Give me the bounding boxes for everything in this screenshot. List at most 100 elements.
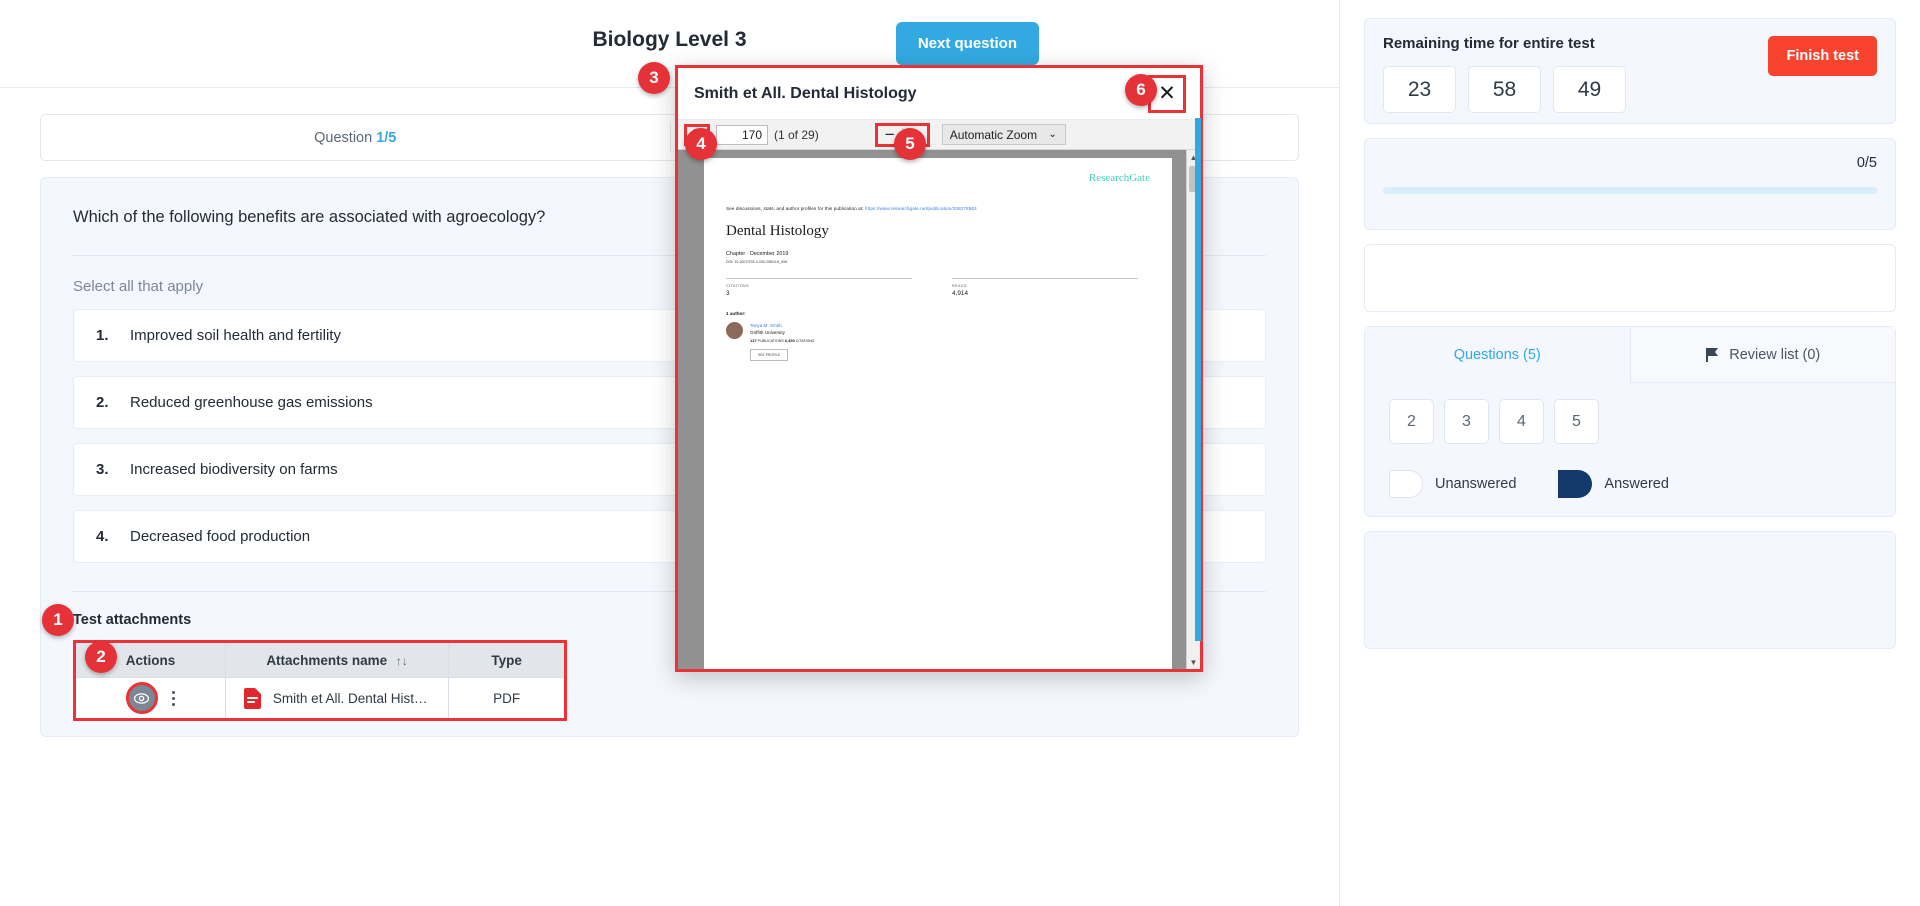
tab-question-value: 1/5 [376,129,397,146]
timer-minutes: 58 [1468,66,1541,113]
pdf-author-org: Griffith University [750,330,785,335]
attachment-name-label: Smith et All. Dental Hist… [272,690,428,706]
pdf-stat-value: 4,914 [952,290,968,297]
answer-option-label: Decreased food production [130,528,311,545]
pdf-stat-key: CITATIONS [726,284,750,288]
timer-card: Remaining time for entire test Finish te… [1364,18,1896,124]
pdf-stat-key: READS [952,284,967,288]
timer-seconds: 49 [1553,66,1626,113]
bottom-card [1364,531,1896,649]
page-count-label: (1 of 29) [774,127,819,142]
modal-side-rail [1195,118,1201,641]
attachments-table: Actions Attachments name ↑↓ Type Smith e… [73,640,567,721]
pdf-page: ResearchGate See discussions, stats, and… [704,158,1172,669]
question-number-button[interactable]: 2 [1389,399,1434,444]
tab-questions[interactable]: Questions (5) [1365,327,1630,383]
question-number-button[interactable]: 4 [1499,399,1544,444]
zoom-level-label: Automatic Zoom [949,127,1038,142]
pdf-chapter-line: Chapter · December 2019 [726,251,789,257]
chevron-down-icon: ⌄ [1048,129,1057,140]
researchgate-watermark: ResearchGate [1088,172,1150,184]
page-number-input[interactable] [716,124,768,145]
page-title: Biology Level 3 [592,28,747,51]
cell-actions [74,677,226,720]
pdf-line [246,696,258,699]
pdf-stat-reads: READS 4,914 [952,278,1138,297]
pdf-author-pubs-count: 137 [750,338,757,343]
pdf-disclaimer-text: See discussions, stats, and author profi… [726,206,865,211]
finish-test-button[interactable]: Finish test [1768,36,1877,76]
modal-header: Smith et All. Dental Histology ✕ [678,68,1200,120]
table-header-row: Actions Attachments name ↑↓ Type [74,641,566,678]
secondary-card [1364,244,1896,312]
pdf-disclaimer: See discussions, stats, and author profi… [726,206,1150,211]
answer-option-number: 2. [96,394,109,411]
see-profile-button[interactable]: SEE PROFILE [750,349,789,361]
attachments-table-head: Actions Attachments name ↑↓ Type [74,641,566,678]
zoom-level-select[interactable]: Automatic Zoom ⌄ [941,124,1066,145]
progress-header: 0/5 [1383,155,1877,171]
tab-question[interactable]: Question 1/5 [41,115,670,160]
column-attachments-name-label: Attachments name [266,652,388,668]
pdf-stat-citations: CITATIONS 3 [726,278,912,297]
scroll-down-icon[interactable]: ▼ [1187,655,1200,669]
tab-review-list[interactable]: Review list (0) [1629,327,1895,383]
column-attachments-name[interactable]: Attachments name ↑↓ [224,641,450,678]
answer-option-label: Reduced greenhouse gas emissions [130,394,373,411]
kebab-dot [171,696,175,700]
pdf-toolbar: (1 of 29) − + Automatic Zoom ⌄ [678,120,1200,150]
pdf-file-icon [243,687,261,709]
answer-option-number: 3. [96,461,109,478]
annotation-marker-2: 2 [85,641,117,673]
kebab-dot [171,690,175,694]
column-type: Type [448,641,566,678]
answer-option-number: 4. [96,528,109,545]
pdf-author-block: Tanya M. Smith Griffith University 137 P… [726,322,1150,361]
cell-type: PDF [448,677,566,720]
question-navigator-tabs: Questions (5) Review list (0) [1365,327,1895,383]
tab-review-list-label: Review list (0) [1729,346,1821,363]
tab-questions-label: Questions (5) [1453,347,1541,363]
attachments-table-body: Smith et All. Dental Hist… PDF [74,677,566,720]
next-question-button[interactable]: Next question [895,22,1039,65]
answer-status-legend: Unanswered Answered [1365,444,1895,498]
annotation-marker-6: 6 [1125,74,1157,106]
question-number-button[interactable]: 3 [1444,399,1489,444]
pdf-author-meta: Tanya M. Smith Griffith University 137 P… [750,322,814,361]
row-actions [76,682,225,714]
answer-option-label: Improved soil health and fertility [130,327,341,344]
question-number-grid: 2 3 4 5 [1365,383,1895,444]
attachment-file[interactable]: Smith et All. Dental Hist… [226,687,448,709]
pdf-line [246,700,255,703]
right-sidebar: Remaining time for entire test Finish te… [1339,0,1920,906]
preview-eye-icon[interactable] [125,682,158,714]
progress-bar [1383,187,1877,194]
legend-label-answered: Answered [1604,476,1669,492]
timer-hours: 23 [1383,66,1456,113]
sort-toggle-icon[interactable]: ↑↓ [396,654,408,668]
legend-label-unanswered: Unanswered [1435,476,1517,492]
progress-card: 0/5 [1364,138,1896,230]
progress-value: 0/5 [1856,155,1877,171]
pdf-publication-link[interactable]: https://www.researchgate.net/publication… [865,206,977,211]
kebab-dot [171,702,175,706]
modal-title: Smith et All. Dental Histology [694,84,917,102]
pdf-author-pubs-label: PUBLICATIONS [756,339,785,343]
answer-option-number: 1. [96,327,109,344]
pdf-author-cites-label: CITATIONS [794,339,815,343]
question-navigator-card: Questions (5) Review list (0) 2 3 4 5 Un… [1364,326,1896,517]
flag-icon [1706,347,1719,362]
question-number-button[interactable]: 5 [1554,399,1599,444]
legend-chip-unanswered [1389,470,1423,498]
pdf-doi: DOI: 10.1007/978-3-030-29824-8_008 [726,260,788,264]
legend-chip-answered [1558,470,1593,498]
pdf-author-cites-count: 6,450 [784,338,795,343]
avatar [726,322,743,339]
annotation-marker-4: 4 [685,128,717,160]
pdf-author-name[interactable]: Tanya M. Smith [750,323,814,328]
annotation-marker-1: 1 [42,604,74,636]
pdf-author-metrics: 137 PUBLICATIONS 6,450 CITATIONS [750,338,814,343]
row-more-menu-icon[interactable] [171,690,175,706]
table-row: Smith et All. Dental Hist… PDF [74,677,566,720]
pdf-viewport[interactable]: ResearchGate See discussions, stats, and… [678,150,1200,669]
